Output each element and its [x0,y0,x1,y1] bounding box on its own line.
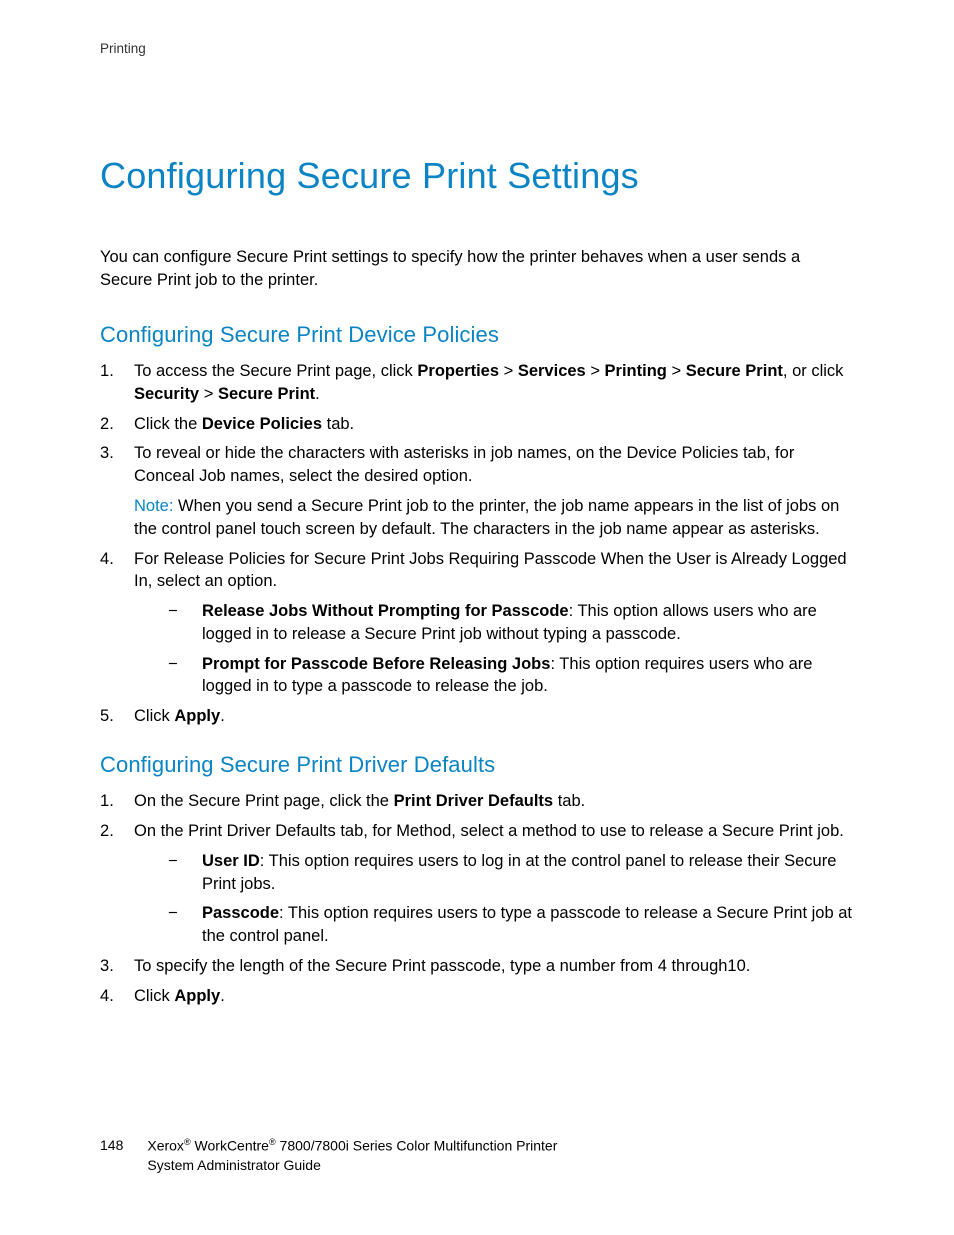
footer-product: WorkCentre [191,1137,269,1153]
text: To reveal or hide the characters with as… [134,442,856,488]
section2-heading: Configuring Secure Print Driver Defaults [100,750,856,780]
text: . [220,707,225,725]
text: To access the Secure Print page, click [134,362,417,380]
text: Click [134,707,174,725]
list-item: Click Apply. [100,705,856,728]
sublist-item: Prompt for Passcode Before Releasing Job… [168,653,856,699]
text: : This option requires users to type a p… [202,904,852,945]
text: > [499,362,518,380]
footer-model: 7800/7800i Series Color Multifunction Pr… [276,1137,558,1153]
list-item: For Release Policies for Secure Print Jo… [100,548,856,699]
list-item: To reveal or hide the characters with as… [100,442,856,540]
footer-line2: System Administrator Guide [147,1156,557,1175]
list-item: On the Print Driver Defaults tab, for Me… [100,820,856,948]
section2-list: On the Secure Print page, click the Prin… [100,790,856,1007]
list-item: Click Apply. [100,985,856,1008]
list-item: On the Secure Print page, click the Prin… [100,790,856,813]
text: > [667,362,686,380]
bold: Prompt for Passcode Before Releasing Job… [202,655,550,673]
list-item: Click the Device Policies tab. [100,413,856,436]
text: > [199,385,218,403]
text: > [586,362,605,380]
note: Note: When you send a Secure Print job t… [134,495,856,541]
sublist: Release Jobs Without Prompting for Passc… [134,600,856,698]
bold: Services [518,362,586,380]
note-label: Note: [134,497,173,515]
note-text: When you send a Secure Print job to the … [134,497,839,538]
section1-list: To access the Secure Print page, click P… [100,360,856,728]
text: tab. [322,415,354,433]
footer-text: Xerox® WorkCentre® 7800/7800i Series Col… [147,1136,557,1175]
text: . [315,385,320,403]
bold: Apply [174,987,220,1005]
sublist-item: User ID: This option requires users to l… [168,850,856,896]
bold: Printing [605,362,667,380]
sublist-item: Passcode: This option requires users to … [168,902,856,948]
page-title: Configuring Secure Print Settings [100,151,856,201]
text: On the Secure Print page, click the [134,792,394,810]
text: Click the [134,415,202,433]
page-header-section: Printing [100,40,856,59]
text: . [220,987,225,1005]
bold: Device Policies [202,415,322,433]
bold: Secure Print [218,385,315,403]
sublist: User ID: This option requires users to l… [134,850,856,948]
reg-icon: ® [184,1137,191,1147]
text: tab. [553,792,585,810]
bold: Print Driver Defaults [394,792,554,810]
footer-brand: Xerox [147,1137,184,1153]
bold: User ID [202,852,260,870]
bold: Apply [174,707,220,725]
bold: Passcode [202,904,279,922]
reg-icon: ® [269,1137,276,1147]
page-footer: 148 Xerox® WorkCentre® 7800/7800i Series… [100,1136,856,1175]
list-item: To access the Secure Print page, click P… [100,360,856,406]
section1-heading: Configuring Secure Print Device Policies [100,320,856,350]
text: Click [134,987,174,1005]
list-item: To specify the length of the Secure Prin… [100,955,856,978]
bold: Properties [417,362,499,380]
page-number: 148 [100,1136,123,1155]
bold: Release Jobs Without Prompting for Passc… [202,602,569,620]
bold: Secure Print [686,362,783,380]
text: For Release Policies for Secure Print Jo… [134,548,856,594]
bold: Security [134,385,199,403]
text: On the Print Driver Defaults tab, for Me… [134,820,856,843]
text: , or click [783,362,844,380]
text: : This option requires users to log in a… [202,852,836,893]
sublist-item: Release Jobs Without Prompting for Passc… [168,600,856,646]
intro-paragraph: You can configure Secure Print settings … [100,246,856,292]
